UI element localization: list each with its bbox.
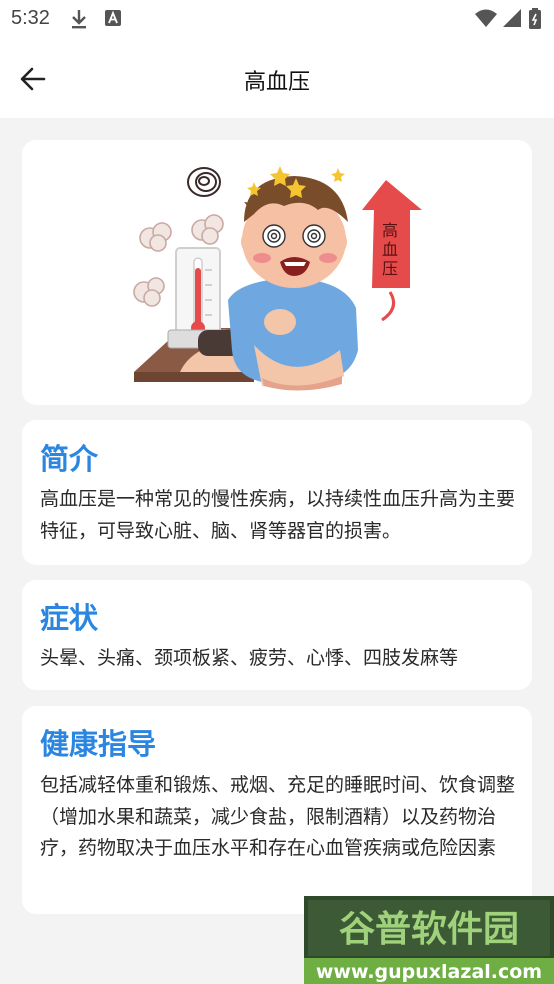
symptoms-body: 头晕、头痛、颈项板紧、疲劳、心悸、四肢发麻等 [40, 647, 459, 669]
guidance-card: 健康指导 包括减轻体重和锻炼、戒烟、充足的睡眠时间、饮食调整 （增加水果和蔬菜，… [22, 706, 532, 914]
intro-heading: 简介 [40, 442, 99, 476]
hypertension-illustration: 高 血 压 [133, 166, 422, 391]
download-icon [72, 10, 86, 29]
sign-text-1: 高 [382, 221, 398, 240]
battery-icon [529, 8, 541, 29]
intro-card: 简介 高血压是一种常见的慢性疾病，以持续性血压升高为主要特征，可导致心脏、脑、肾… [22, 420, 532, 565]
status-time: 5:32 [11, 7, 50, 29]
guidance-heading: 健康指导 [40, 727, 157, 761]
intro-body: 高血压是一种常见的慢性疾病，以持续性血压升高为主要特征，可导致心脏、脑、肾等器官… [40, 488, 516, 542]
symptoms-heading: 症状 [40, 601, 99, 635]
signal-icon [503, 9, 521, 27]
watermark-logo: 谷普软件园 www.gupuxlazal.com [304, 896, 554, 984]
watermark-url: www.gupuxlazal.com [316, 961, 542, 983]
guidance-body: 包括减轻体重和锻炼、戒烟、充足的睡眠时间、饮食调整 （增加水果和蔬菜，减少食盐，… [40, 774, 516, 859]
watermark-title: 谷普软件园 [339, 909, 519, 950]
wifi-icon [475, 9, 497, 27]
app-bar: 高血压 [0, 38, 554, 118]
font-app-icon [105, 10, 121, 26]
sign-text-3: 压 [382, 259, 398, 278]
sign-text-2: 血 [382, 240, 398, 259]
page-title: 高血压 [243, 70, 310, 95]
symptoms-card: 症状 头晕、头痛、颈项板紧、疲劳、心悸、四肢发麻等 [22, 580, 532, 690]
status-bar: 5:32 [0, 0, 554, 38]
illustration-card: 高 血 压 [22, 140, 532, 405]
